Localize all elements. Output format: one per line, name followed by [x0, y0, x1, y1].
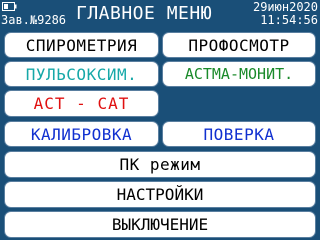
power-off-button[interactable]: ВЫКЛЮЧЕНИЕ [4, 211, 316, 238]
pulse-oximetry-label: ПУЛЬСОКСИМ. [25, 64, 138, 84]
pc-mode-label: ПК режим [119, 155, 201, 174]
spirometry-button[interactable]: СПИРОМЕТРИЯ [4, 32, 159, 58]
verification-button[interactable]: ПОВЕРКА [162, 121, 316, 147]
asthma-monitor-label: АСТМА-МОНИТ. [184, 65, 294, 83]
power-off-label: ВЫКЛЮЧЕНИЕ [111, 215, 209, 234]
serial-number: Зав.№9286 [1, 13, 67, 27]
pc-mode-button[interactable]: ПК режим [4, 151, 316, 178]
status-header: Зав.№9286 ГЛАВНОЕ МЕНЮ 29июн2020 11:54:5… [0, 0, 320, 30]
verification-label: ПОВЕРКА [203, 124, 275, 144]
asthma-monitor-button[interactable]: АСТМА-МОНИТ. [162, 61, 316, 87]
calibration-label: КАЛИБРОВКА [30, 124, 133, 144]
calibration-button[interactable]: КАЛИБРОВКА [4, 121, 159, 147]
time-display: 11:54:56 [260, 13, 318, 27]
spirometry-label: СПИРОМЕТРИЯ [25, 35, 138, 55]
checkup-button[interactable]: ПРОФОСМОТР [162, 32, 316, 58]
battery-icon [2, 2, 17, 11]
pulse-oximetry-button[interactable]: ПУЛЬСОКСИМ. [4, 61, 159, 87]
settings-button[interactable]: НАСТРОЙКИ [4, 181, 316, 208]
act-cat-label: ACT - CAT [33, 94, 130, 113]
page-title: ГЛАВНОЕ МЕНЮ [76, 3, 213, 24]
act-cat-button[interactable]: ACT - CAT [4, 90, 159, 117]
checkup-label: ПРОФОСМОТР [188, 35, 290, 55]
settings-label: НАСТРОЙКИ [116, 185, 204, 204]
